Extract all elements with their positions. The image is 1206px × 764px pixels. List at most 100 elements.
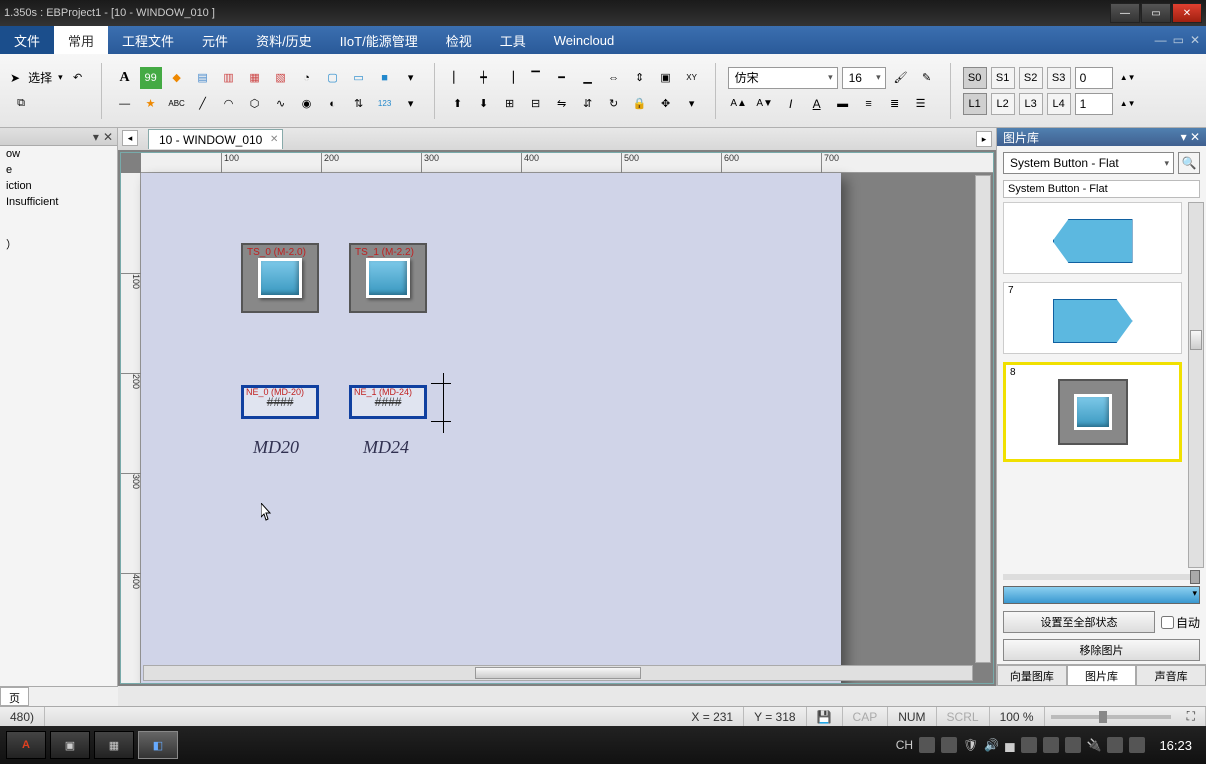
tool-num[interactable]: 123: [374, 93, 396, 115]
nudge[interactable]: ✥: [655, 93, 677, 115]
menu-weincloud[interactable]: Weincloud: [540, 26, 628, 54]
dist-v[interactable]: ⇕: [629, 67, 651, 89]
font-italic[interactable]: I: [780, 93, 802, 115]
tool-switch[interactable]: ■: [374, 67, 396, 89]
flip-v[interactable]: ⇵: [577, 93, 599, 115]
text-align-l[interactable]: ≡: [858, 93, 880, 115]
same-size[interactable]: ▣: [655, 67, 677, 89]
font-shrink[interactable]: A▼: [754, 93, 776, 115]
ungroup[interactable]: ⊟: [525, 93, 547, 115]
tree-item[interactable]: ）: [0, 234, 117, 254]
design-canvas[interactable]: TS_0 (M-2.0) TS_1 (M-2.2) NE_0 (MD-20) #…: [141, 173, 841, 683]
tray-icon[interactable]: [941, 737, 957, 753]
toggle-switch-object-1[interactable]: TS_0 (M-2.0): [241, 243, 319, 313]
search-icon[interactable]: 🔍: [1178, 152, 1200, 174]
menu-project[interactable]: 工程文件: [108, 26, 188, 54]
align-xy[interactable]: XY: [681, 67, 703, 89]
mdi-close-icon[interactable]: ✕: [1190, 33, 1200, 47]
font-grow[interactable]: A▲: [728, 93, 750, 115]
more-align[interactable]: ▾: [681, 93, 703, 115]
lang-l1[interactable]: L1: [963, 93, 987, 115]
numeric-object-1[interactable]: NE_0 (MD-20) ####: [241, 385, 319, 419]
tray-icon[interactable]: [1021, 737, 1037, 753]
zoom-slider[interactable]: [1051, 715, 1171, 719]
tool-gauge[interactable]: ◔: [296, 67, 318, 89]
tree-item[interactable]: ow: [0, 146, 117, 162]
rotate[interactable]: ↻: [603, 93, 625, 115]
save-icon[interactable]: 💾: [807, 707, 843, 726]
lang-l3[interactable]: L3: [1019, 93, 1043, 115]
tray-icon[interactable]: [1065, 737, 1081, 753]
auto-checkbox[interactable]: 自动: [1161, 614, 1200, 631]
font-style-btn[interactable]: ✎: [916, 67, 938, 89]
pin-icon[interactable]: ▾: [1181, 130, 1187, 144]
menu-view[interactable]: 检视: [432, 26, 486, 54]
lang-spin[interactable]: ▲▼: [1117, 93, 1139, 115]
select-label[interactable]: 选择: [28, 69, 52, 86]
canvas-horizontal-scrollbar[interactable]: [143, 665, 973, 681]
state-value-input[interactable]: [1075, 67, 1113, 89]
lang-value-input[interactable]: [1075, 93, 1113, 115]
document-tab[interactable]: 10 - WINDOW_010 ✕: [148, 129, 283, 149]
left-tab-page[interactable]: 页: [0, 687, 29, 706]
tray-shield-icon[interactable]: 🛡: [963, 738, 978, 752]
color-picker[interactable]: [1003, 586, 1200, 604]
tool-undo[interactable]: ↶: [67, 67, 89, 89]
library-scrollbar[interactable]: [1188, 202, 1204, 568]
flip-h[interactable]: ⇋: [551, 93, 573, 115]
align-top[interactable]: ▔: [525, 67, 547, 89]
library-slider[interactable]: [1003, 574, 1200, 580]
font-size-combo[interactable]: 16: [842, 67, 886, 89]
state-spin[interactable]: ▲▼: [1117, 67, 1139, 89]
align-center-h[interactable]: ┿: [473, 67, 495, 89]
tab-picture-library[interactable]: 图片库: [1067, 665, 1137, 686]
tool-more2[interactable]: ▾: [400, 93, 422, 115]
bring-front[interactable]: ⬆: [447, 93, 469, 115]
font-name-combo[interactable]: 仿宋: [728, 67, 838, 89]
text-object-2[interactable]: MD24: [363, 437, 409, 458]
fit-screen-icon[interactable]: ⛶: [1177, 707, 1206, 726]
text-align-c[interactable]: ≣: [884, 93, 906, 115]
tab-sound-library[interactable]: 声音库: [1136, 665, 1206, 686]
tool-meter2[interactable]: ▧: [270, 67, 292, 89]
window-maximize-button[interactable]: ▭: [1141, 3, 1171, 23]
panel-close-icon[interactable]: ✕: [103, 130, 113, 144]
canvas-vertical-scrollbar[interactable]: [975, 175, 991, 663]
library-item-6[interactable]: [1003, 202, 1182, 274]
tool-numeric[interactable]: 99: [140, 67, 162, 89]
taskbar-app-3[interactable]: ▦: [94, 731, 134, 759]
tray-icon[interactable]: [1129, 737, 1145, 753]
taskbar-clock[interactable]: 16:23: [1151, 738, 1200, 753]
lang-l2[interactable]: L2: [991, 93, 1015, 115]
taskbar-app-1[interactable]: A: [6, 731, 46, 759]
tray-network-icon[interactable]: ▅: [1005, 738, 1014, 752]
numeric-object-2[interactable]: NE_1 (MD-24) ####: [349, 385, 427, 419]
tool-curve[interactable]: ∿: [270, 93, 292, 115]
tray-volume-icon[interactable]: 🔊: [984, 738, 999, 752]
lock[interactable]: 🔒: [629, 93, 651, 115]
library-item-8-selected[interactable]: 8: [1003, 362, 1182, 462]
tray-battery-icon[interactable]: 🔌: [1087, 738, 1102, 752]
menu-common[interactable]: 常用: [54, 26, 108, 54]
tree-item[interactable]: iction: [0, 178, 117, 194]
library-category-combo[interactable]: System Button - Flat: [1003, 152, 1174, 174]
tab-close-icon[interactable]: ✕: [270, 134, 278, 145]
window-minimize-button[interactable]: —: [1110, 3, 1140, 23]
panel-close-icon[interactable]: ✕: [1190, 130, 1200, 144]
tool-more1[interactable]: ▾: [400, 67, 422, 89]
tray-icon[interactable]: [1107, 737, 1123, 753]
menu-element[interactable]: 元件: [188, 26, 242, 54]
tool-scale[interactable]: ⇅: [348, 93, 370, 115]
tool-slider[interactable]: ▭: [348, 67, 370, 89]
state-s2[interactable]: S2: [1019, 67, 1043, 89]
taskbar-app-2[interactable]: ▣: [50, 731, 90, 759]
align-bottom[interactable]: ▁: [577, 67, 599, 89]
align-right[interactable]: ▕: [499, 67, 521, 89]
text-object-1[interactable]: MD20: [253, 437, 299, 458]
library-item-7[interactable]: 7: [1003, 282, 1182, 354]
remove-picture-button[interactable]: 移除图片: [1003, 639, 1200, 661]
chevron-down-icon[interactable]: ▾: [58, 72, 63, 83]
tab-nav-right[interactable]: ▸: [976, 131, 992, 147]
mdi-minimize-icon[interactable]: —: [1155, 33, 1167, 47]
mdi-restore-icon[interactable]: ▭: [1173, 33, 1184, 47]
